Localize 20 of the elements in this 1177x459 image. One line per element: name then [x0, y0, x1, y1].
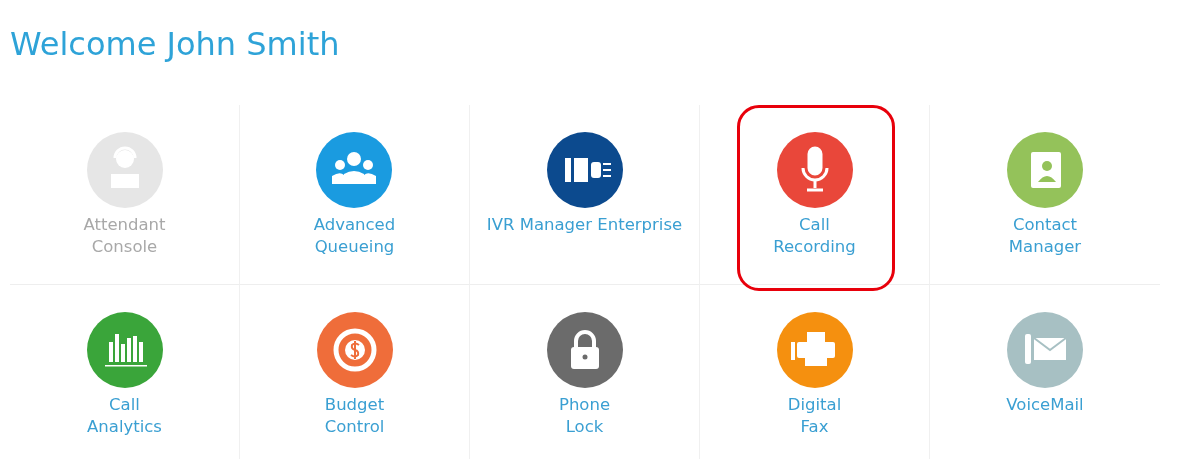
- app-tile[interactable]: Advanced Queueing: [313, 132, 396, 258]
- dollar-icon: [316, 312, 393, 388]
- app-tile[interactable]: Call Analytics: [86, 312, 163, 438]
- app-tile[interactable]: Contact Manager: [1007, 132, 1083, 258]
- welcome-title: Welcome John Smith: [10, 24, 341, 65]
- app-tile[interactable]: VoiceMail: [1006, 312, 1084, 416]
- app-tile[interactable]: Budget Control: [316, 312, 393, 438]
- padlock-icon: [546, 312, 623, 388]
- contact-book-icon: [1007, 132, 1083, 208]
- app-tile[interactable]: Digital Fax: [776, 312, 853, 438]
- voicemail-icon: [1007, 312, 1083, 388]
- app-tile[interactable]: Call Recording: [773, 132, 856, 258]
- switchboard-icon: [546, 132, 623, 208]
- app-tile[interactable]: Phone Lock: [546, 312, 623, 438]
- microphone-icon: [776, 132, 853, 208]
- fax-icon: [776, 312, 853, 388]
- app-tile[interactable]: IVR Manager Enterprise: [486, 132, 683, 236]
- people-icon: [316, 132, 393, 208]
- headset-person-icon: [86, 132, 163, 208]
- bar-chart-icon: [86, 312, 163, 388]
